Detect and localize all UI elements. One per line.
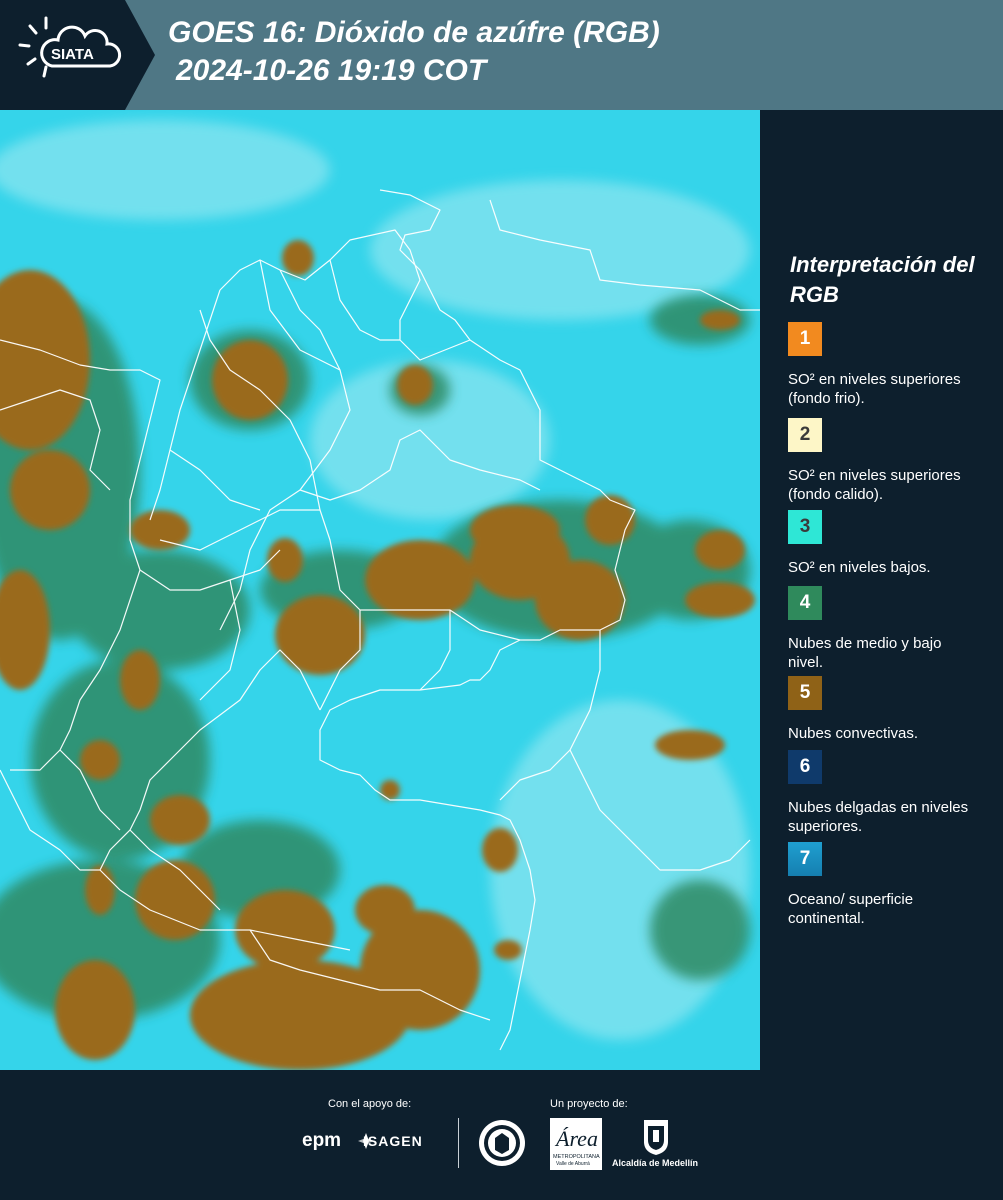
legend-text-3: SO² en niveles bajos. xyxy=(788,559,931,576)
page-title: GOES 16: Dióxido de azúfre (RGB) 2024-10… xyxy=(168,14,660,90)
legend-text-1: SO² en niveles superiores (fondo frio). xyxy=(788,371,961,407)
legend-item-7: 7 Oceano/ superficie continental. xyxy=(788,842,988,928)
title-datetime: 2024-10-26 19:19 COT xyxy=(176,54,487,87)
legend-text-2: SO² en niveles superiores (fondo calido)… xyxy=(788,467,961,503)
isagen-logo: ISAGEN xyxy=(363,1133,423,1149)
epm-logo: epm xyxy=(302,1130,342,1151)
footer-divider xyxy=(458,1118,459,1168)
area-line2: Valle de Aburrá xyxy=(556,1161,590,1167)
satellite-map xyxy=(0,110,760,1070)
medellin-seal-icon xyxy=(479,1120,525,1166)
area-line1: METROPOLITANA xyxy=(553,1154,600,1160)
legend-item-6: 6 Nubes delgadas en niveles superiores. xyxy=(788,750,988,836)
footer: Con el apoyo de: Un proyecto de: epm ISA… xyxy=(0,1070,1003,1200)
title-product: GOES 16: Dióxido de azúfre (RGB) xyxy=(168,16,660,49)
alcaldia-label: Alcaldía de Medellín xyxy=(612,1158,699,1168)
legend-text-7: Oceano/ superficie continental. xyxy=(788,891,914,927)
legend-item-4: 4 Nubes de medio y bajo nivel. xyxy=(788,586,988,672)
legend-swatch-3: 3 xyxy=(788,510,822,544)
legend-swatch-2: 2 xyxy=(788,418,822,452)
satellite-image xyxy=(0,110,760,1070)
svg-text:Área: Área xyxy=(554,1126,598,1151)
legend-item-3: 3 SO² en niveles bajos. xyxy=(788,510,988,577)
alcaldia-shield-icon xyxy=(644,1120,668,1155)
project-label: Un proyecto de: xyxy=(550,1098,628,1110)
legend-swatch-1: 1 xyxy=(788,322,822,356)
siata-logo: SIATA xyxy=(0,0,155,110)
legend-swatch-7: 7 xyxy=(788,842,822,876)
header: SIATA GOES 16: Dióxido de azúfre (RGB) 2… xyxy=(0,0,1003,110)
legend-title: Interpretación del RGB xyxy=(790,252,975,307)
legend-item-2: 2 SO² en niveles superiores (fondo calid… xyxy=(788,418,988,504)
area-metropolitana-logo: Área METROPOLITANA Valle de Aburrá xyxy=(550,1118,602,1170)
legend-item-1: 1 SO² en niveles superiores (fondo frio)… xyxy=(788,322,988,408)
siata-logo-text: SIATA xyxy=(51,46,94,63)
support-label: Con el apoyo de: xyxy=(328,1098,412,1110)
legend-text-4: Nubes de medio y bajo nivel. xyxy=(788,635,942,671)
legend-swatch-4: 4 xyxy=(788,586,822,620)
legend-panel: Interpretación del RGB 1 SO² en niveles … xyxy=(760,110,1003,1070)
legend-text-5: Nubes convectivas. xyxy=(788,725,919,742)
legend-text-6: Nubes delgadas en niveles superiores. xyxy=(788,799,969,835)
legend-swatch-5: 5 xyxy=(788,676,822,710)
legend-swatch-6: 6 xyxy=(788,750,822,784)
legend-item-5: 5 Nubes convectivas. xyxy=(788,676,988,743)
